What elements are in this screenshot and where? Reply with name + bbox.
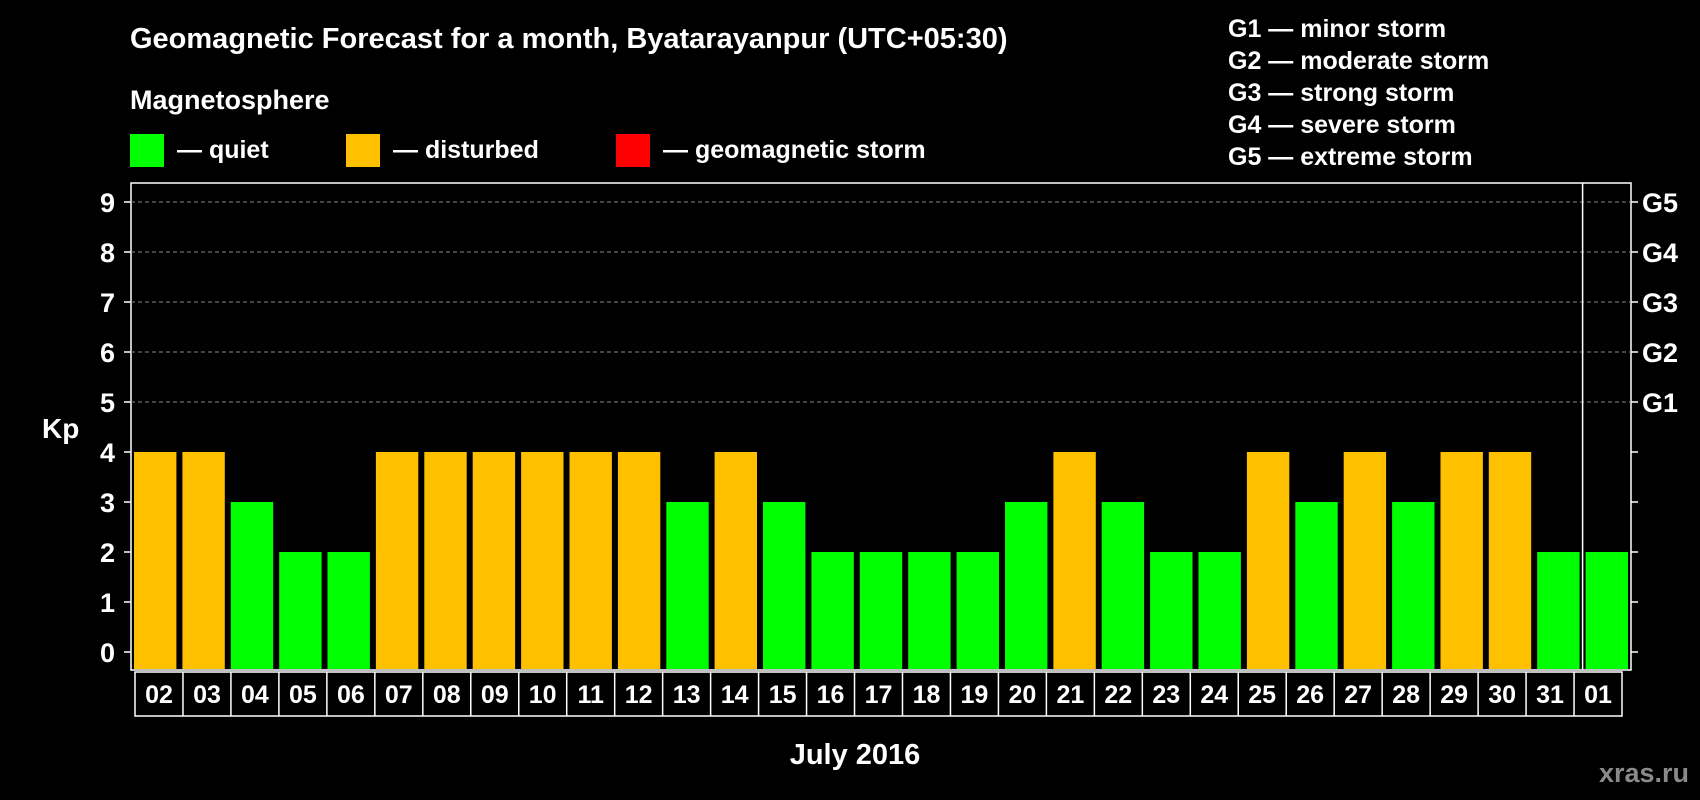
legend-label-quiet: — quiet (177, 136, 269, 164)
legend-swatch-disturbed (346, 134, 380, 167)
chart-subtitle: Magnetosphere (130, 85, 330, 115)
x-tick-label: 28 (1392, 681, 1420, 709)
g-scale-label: G5 (1642, 188, 1678, 218)
x-tick-label: 04 (241, 681, 269, 709)
x-tick-label: 23 (1152, 681, 1180, 709)
y-tick-label: 7 (100, 288, 115, 318)
x-tick-label: 22 (1104, 681, 1132, 709)
x-tick-label: 26 (1296, 681, 1324, 709)
y-tick-label: 1 (100, 588, 115, 618)
bar (1101, 502, 1145, 669)
x-tick-label: 13 (673, 681, 701, 709)
bar (1537, 552, 1580, 669)
bar (763, 502, 806, 669)
storm-scale-g1: G1 — minor storm (1228, 15, 1446, 43)
storm-scale-g3: G3 — strong storm (1228, 79, 1454, 107)
x-tick-label: 24 (1200, 681, 1228, 709)
bar (617, 452, 661, 669)
plot-area: 0123456789G1G2G3G4G502 03 04 05 06 07 08 09 10 11… (100, 182, 1678, 717)
legend-label-disturbed: — disturbed (393, 136, 539, 164)
y-tick-label: 9 (100, 188, 115, 218)
x-tick-label: 16 (817, 681, 845, 709)
x-tick-label: 10 (529, 681, 557, 709)
g-scale-label: G4 (1642, 238, 1678, 268)
bar (1295, 502, 1338, 669)
y-tick-label: 4 (100, 438, 115, 468)
bar (375, 452, 419, 669)
y-tick-label: 5 (100, 388, 115, 418)
x-tick-label: 21 (1056, 681, 1084, 709)
x-tick-label: 17 (865, 681, 893, 709)
bar (1343, 452, 1387, 669)
storm-scale-g5: G5 — extreme storm (1228, 143, 1473, 171)
x-tick-label: 11 (577, 681, 604, 709)
y-tick-label: 2 (100, 538, 115, 568)
g-scale-label: G2 (1642, 338, 1678, 368)
bar (1488, 452, 1532, 669)
bar (1005, 502, 1048, 669)
bar (666, 502, 709, 669)
x-tick-label: 20 (1008, 681, 1036, 709)
x-tick-label: 25 (1248, 681, 1276, 709)
storm-scale-g4: G4 — severe storm (1228, 111, 1456, 139)
bar (1150, 552, 1193, 669)
bar (1585, 552, 1628, 669)
legend-label-storm: — geomagnetic storm (663, 136, 926, 164)
watermark: xras.ru (1599, 758, 1689, 788)
bar (1246, 452, 1290, 669)
x-tick-label: 19 (960, 681, 988, 709)
g-scale-label: G3 (1642, 288, 1678, 318)
legend: — quiet — disturbed — geomagnetic storm (130, 134, 926, 167)
x-tick-label: 05 (289, 681, 317, 709)
bar (134, 452, 177, 669)
x-tick-label: 15 (769, 681, 797, 709)
legend-swatch-storm (616, 134, 650, 167)
bar (908, 552, 951, 669)
bar (1053, 452, 1096, 669)
x-tick-label: 07 (385, 681, 413, 709)
g-scale-label: G1 (1642, 388, 1678, 418)
bar (472, 452, 516, 669)
x-tick-label: 31 (1536, 681, 1564, 709)
chart-title: Geomagnetic Forecast for a month, Byatar… (130, 23, 1007, 55)
x-tick-label: 03 (193, 681, 221, 709)
bar (1440, 452, 1483, 669)
x-tick-label: 08 (433, 681, 461, 709)
x-tick-label: 02 (145, 681, 173, 709)
storm-scale-g2: G2 — moderate storm (1228, 47, 1489, 75)
bar (1198, 552, 1241, 669)
y-tick-label: 3 (100, 488, 115, 518)
bar (956, 552, 999, 669)
bar (230, 502, 274, 669)
bar (424, 452, 467, 669)
x-tick-label: 09 (481, 681, 509, 709)
bar (327, 552, 370, 669)
x-tick-label: 12 (625, 681, 653, 709)
legend-swatch-quiet (130, 134, 164, 167)
bar (811, 552, 854, 669)
y-axis-label: Kp (42, 413, 79, 444)
bar (714, 452, 757, 669)
y-tick-label: 8 (100, 238, 115, 268)
x-tick-label: 06 (337, 681, 365, 709)
bar (859, 552, 903, 669)
x-tick-label: 01 (1584, 681, 1612, 709)
bar (279, 552, 322, 669)
y-tick-label: 0 (100, 638, 115, 668)
x-tick-label: 27 (1344, 681, 1372, 709)
y-tick-label: 6 (100, 338, 115, 368)
x-tick-label: 30 (1488, 681, 1516, 709)
geomagnetic-chart: Geomagnetic Forecast for a month, Byatar… (42, 15, 1689, 788)
x-tick-label: 29 (1440, 681, 1468, 709)
x-axis-label: July 2016 (790, 739, 921, 771)
bar (569, 452, 612, 669)
bar (182, 452, 225, 669)
bar (521, 452, 564, 669)
storm-scale-legend: G1 — minor storm G2 — moderate storm G3 … (1228, 15, 1489, 171)
x-tick-label: 14 (721, 681, 749, 709)
bar (1392, 502, 1435, 669)
x-tick-label: 18 (913, 681, 941, 709)
